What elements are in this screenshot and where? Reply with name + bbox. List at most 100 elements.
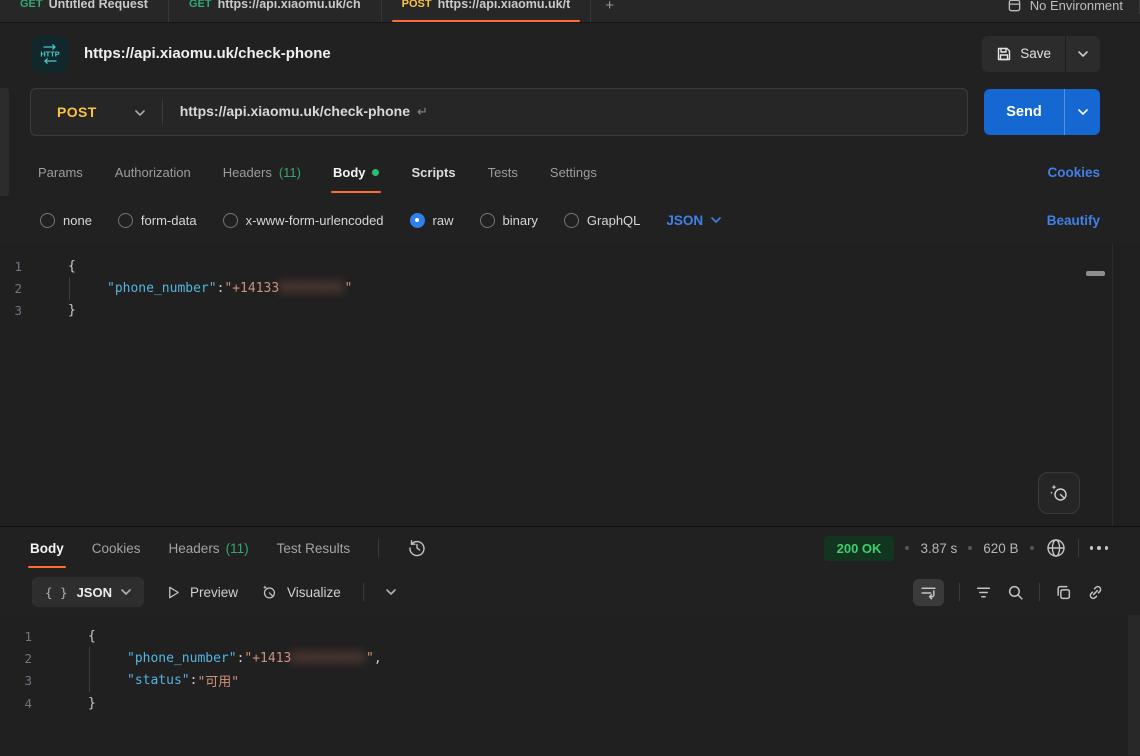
response-time: 3.87 s [920,541,957,556]
editor-scrollbar[interactable] [1086,271,1105,276]
radio-selected-icon[interactable] [410,213,425,228]
mode-label: GraphQL [587,213,640,228]
tab-authorization[interactable]: Authorization [115,149,191,196]
tab-headers[interactable]: Headers (11) [223,149,301,196]
new-tab-button[interactable]: + [591,0,628,22]
copy-button[interactable] [1055,584,1072,601]
url-input[interactable]: https://api.xiaomu.uk/check-phone↵ [180,103,428,120]
radio-icon[interactable] [118,213,133,228]
preview-button[interactable]: Preview [166,585,238,600]
code-token: } [68,300,76,322]
environment-selector[interactable]: No Environment [991,0,1139,22]
request-tab-2[interactable]: GET https://api.xiaomu.uk/ch [169,0,382,22]
tab-label: Cookies [92,541,141,556]
save-options-button[interactable] [1066,36,1100,72]
divider [1078,539,1079,557]
mode-graphql[interactable]: GraphQL [564,213,640,228]
method-label-post: POST [402,0,432,10]
line-number: 1 [0,255,46,277]
line-number: 4 [0,692,56,714]
environment-icon [1007,0,1022,13]
language-selector[interactable]: JSON [666,213,721,228]
visualize-label: Visualize [287,585,341,600]
request-body-editor[interactable]: 1 { 2 "phone_number" : "+14133 0000000 "… [0,243,1140,526]
response-tab-body[interactable]: Body [30,529,64,568]
json-key: "status" [127,670,190,692]
tab-tests[interactable]: Tests [488,149,518,196]
preview-label: Preview [190,585,238,600]
tab-label: Headers [223,165,272,180]
mode-raw-selected[interactable]: raw [410,213,454,228]
method-dropdown-button[interactable] [135,103,145,121]
response-scrollbar-track[interactable] [1128,615,1140,755]
mode-x-www-form-urlencoded[interactable]: x-www-form-urlencoded [223,213,384,228]
chevron-down-icon [1078,109,1088,115]
request-tab-1[interactable]: GET Untitled Request [0,0,169,22]
radio-icon[interactable] [223,213,238,228]
tab-settings[interactable]: Settings [550,149,597,196]
code-token: { [68,255,76,277]
response-meta: 200 OK 3.87 s 620 B [824,536,1108,561]
tab-scripts[interactable]: Scripts [411,149,455,196]
environment-label: No Environment [1030,0,1123,13]
mode-binary[interactable]: binary [480,213,538,228]
divider [378,539,379,557]
cookies-link[interactable]: Cookies [1047,165,1100,180]
response-tab-test-results[interactable]: Test Results [277,529,351,568]
json-value: "可用" [197,670,239,692]
globe-icon [1045,537,1067,559]
radio-icon[interactable] [40,213,55,228]
chevron-down-icon [711,217,721,223]
line-number: 3 [0,670,56,692]
response-format-selector[interactable]: { } JSON [32,577,144,607]
request-tab-3-active[interactable]: POST https://api.xiaomu.uk/t [382,0,592,22]
play-icon [166,585,181,600]
search-button[interactable] [1007,584,1024,601]
send-options-button[interactable] [1064,89,1100,135]
method-selector[interactable]: POST [31,104,97,120]
history-clock-icon [407,538,427,558]
send-button[interactable]: Send [984,89,1064,135]
tab-label: Authorization [115,165,191,180]
mode-label: raw [433,213,454,228]
body-mode-row: none form-data x-www-form-urlencoded raw… [0,197,1140,243]
sidebar-collapsed-handle[interactable] [0,88,9,196]
language-label: JSON [666,213,703,228]
radio-icon[interactable] [480,213,495,228]
code-token: , [374,647,382,669]
tab-body[interactable]: Body [333,149,380,196]
code-line: 1 { [0,625,1140,647]
response-tab-cookies[interactable]: Cookies [92,529,141,568]
code-token: } [88,692,96,714]
visualize-button[interactable]: Visualize [260,583,341,601]
network-info-button[interactable] [1045,537,1067,559]
response-tab-headers[interactable]: Headers (11) [169,529,249,568]
format-label: JSON [77,585,112,600]
response-body-editor[interactable]: 1 { 2 "phone_number" : "+1413 00000000 "… [0,615,1140,755]
chevron-down-icon[interactable] [386,589,396,595]
more-actions-button[interactable] [1090,546,1109,550]
filter-button[interactable] [975,584,992,601]
postbot-button[interactable] [1038,472,1080,514]
wrap-text-button[interactable] [913,579,944,606]
dot-separator [1030,546,1034,550]
request-title: https://api.xiaomu.uk/check-phone [84,45,331,62]
braces-icon: { } [45,585,68,600]
beautify-link[interactable]: Beautify [1047,213,1100,228]
filter-icon [975,584,992,601]
response-history-button[interactable] [407,538,427,558]
link-button[interactable] [1087,584,1104,601]
code-token: : [190,670,198,692]
code-line: 2 "phone_number" : "+14133 0000000 " [0,277,1140,299]
tab-title: https://api.xiaomu.uk/t [438,0,571,11]
tab-params[interactable]: Params [38,149,83,196]
http-request-icon: HTTP [32,36,68,72]
save-button[interactable]: Save [982,36,1065,72]
search-icon [1007,584,1024,601]
radio-icon[interactable] [564,213,579,228]
url-input-container: POST https://api.xiaomu.uk/check-phone↵ [30,88,968,136]
mode-none[interactable]: none [40,213,92,228]
code-token: : [237,647,245,669]
mode-form-data[interactable]: form-data [118,213,197,228]
request-header: HTTP https://api.xiaomu.uk/check-phone S… [0,23,1140,84]
